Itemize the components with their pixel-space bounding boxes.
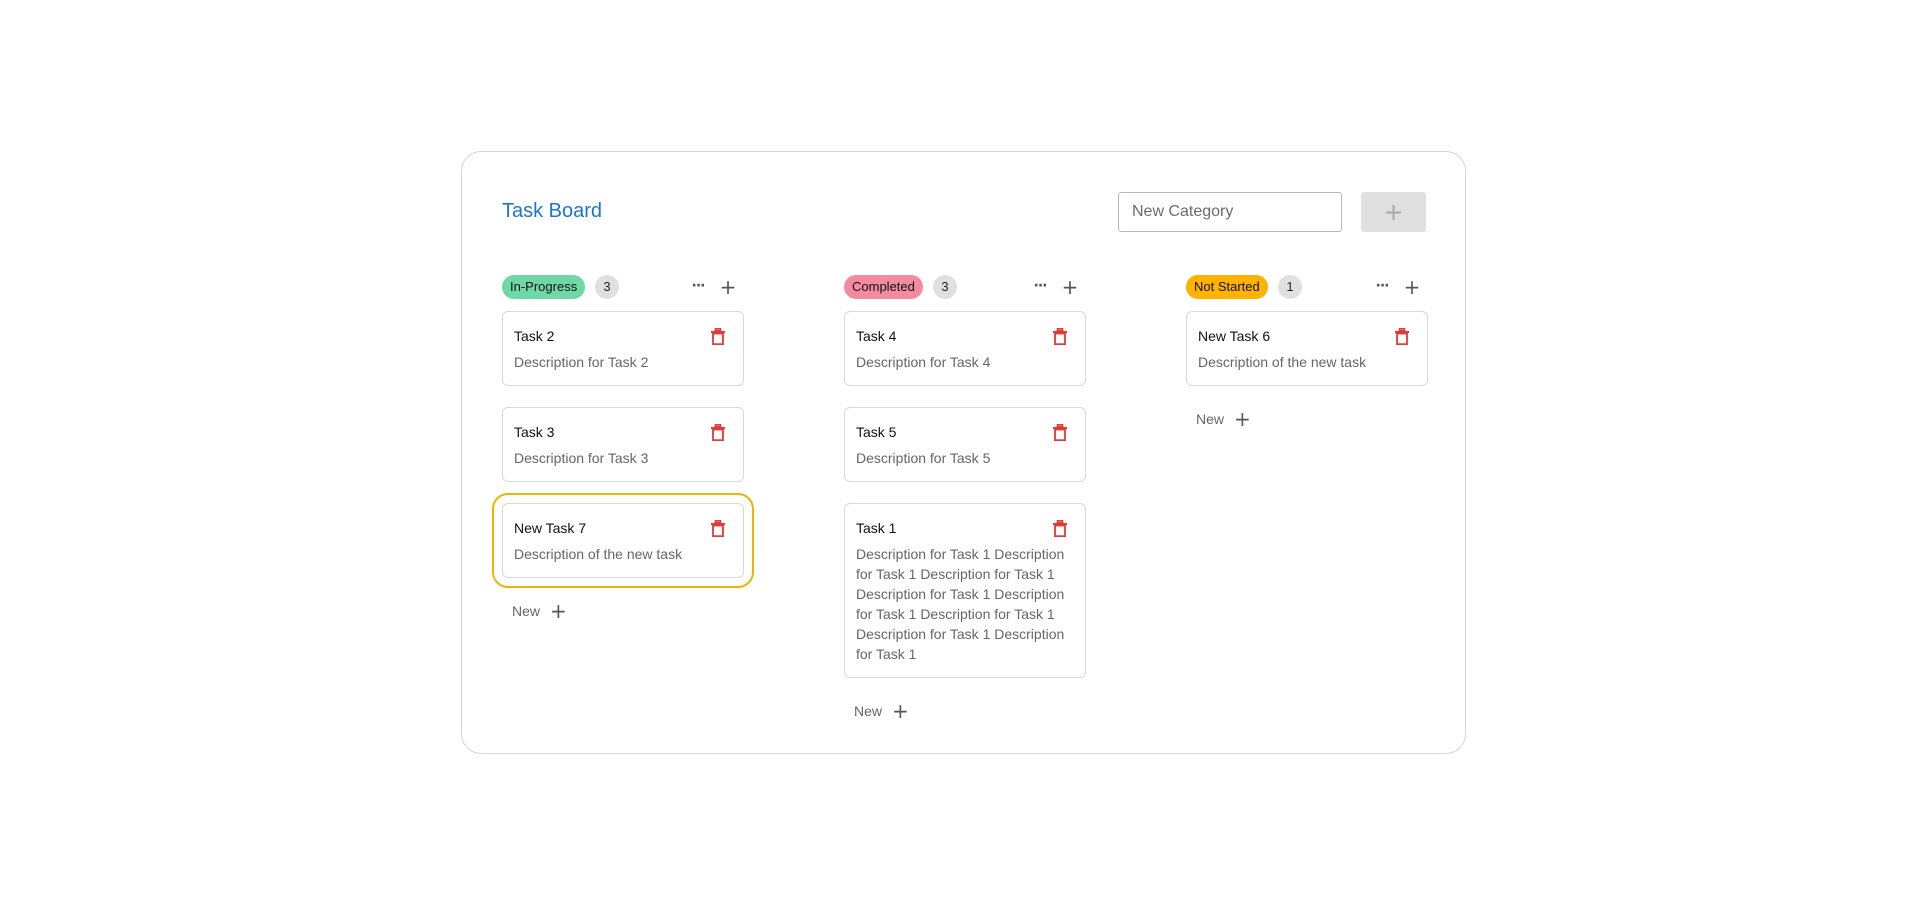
trash-icon[interactable] xyxy=(1053,520,1067,537)
task-description: Description for Task 5 xyxy=(856,450,991,466)
add-category-button[interactable]: + xyxy=(1361,192,1426,232)
task-card[interactable]: Task 2 Description for Task 2 xyxy=(502,311,744,386)
column-header: Completed 3 ··· + xyxy=(844,275,1086,299)
trash-icon[interactable] xyxy=(711,328,725,345)
task-title: Task 5 xyxy=(856,424,897,440)
task-count-badge: 1 xyxy=(1278,275,1302,299)
more-horizontal-icon[interactable]: ··· xyxy=(1030,275,1050,299)
task-count-badge: 3 xyxy=(595,275,619,299)
new-task-button[interactable]: New + xyxy=(1186,407,1428,431)
plus-icon: + xyxy=(550,599,567,623)
trash-icon[interactable] xyxy=(1053,424,1067,441)
add-task-icon[interactable]: + xyxy=(718,275,738,299)
add-task-icon[interactable]: + xyxy=(1402,275,1422,299)
task-title: Task 2 xyxy=(514,328,555,344)
trash-icon[interactable] xyxy=(711,520,725,537)
trash-icon[interactable] xyxy=(1395,328,1409,345)
plus-icon: + xyxy=(892,699,909,723)
task-card[interactable]: Task 1 Description for Task 1 Descriptio… xyxy=(844,503,1086,678)
column-header: Not Started 1 ··· + xyxy=(1186,275,1428,299)
trash-icon[interactable] xyxy=(711,424,725,441)
task-count-badge: 3 xyxy=(933,275,957,299)
plus-icon: + xyxy=(1234,407,1251,431)
task-card-selected[interactable]: New Task 7 Description of the new task xyxy=(492,493,754,588)
task-title: Task 1 xyxy=(856,520,897,536)
new-task-button[interactable]: New + xyxy=(502,599,744,623)
task-board: Task Board + In-Progress 3 ··· + Task 2 … xyxy=(461,151,1466,754)
new-task-label: New xyxy=(854,703,883,719)
task-title: Task 4 xyxy=(856,328,897,344)
task-description: Description of the new task xyxy=(1198,354,1367,370)
task-card[interactable]: Task 5 Description for Task 5 xyxy=(844,407,1086,482)
task-card[interactable]: New Task 6 Description of the new task xyxy=(1186,311,1428,386)
card-list: Task 4 Description for Task 4 Task 5 Des… xyxy=(844,311,1086,723)
task-title: New Task 6 xyxy=(1198,328,1271,344)
column-not-started: Not Started 1 ··· + New Task 6 Descripti… xyxy=(1186,275,1428,431)
new-task-label: New xyxy=(512,603,541,619)
card-list: Task 2 Description for Task 2 Task 3 Des… xyxy=(492,311,754,623)
more-horizontal-icon[interactable]: ··· xyxy=(688,275,708,299)
new-category-input[interactable] xyxy=(1118,192,1342,232)
task-title: New Task 7 xyxy=(514,520,587,536)
task-card[interactable]: Task 3 Description for Task 3 xyxy=(502,407,744,482)
task-card[interactable]: Task 4 Description for Task 4 xyxy=(844,311,1086,386)
more-horizontal-icon[interactable]: ··· xyxy=(1372,275,1392,299)
task-description: Description for Task 1 Description for T… xyxy=(856,546,1065,662)
task-description: Description for Task 2 xyxy=(514,354,649,370)
status-tag: Completed xyxy=(844,275,923,299)
column-completed: Completed 3 ··· + Task 4 Description for… xyxy=(844,275,1086,723)
task-description: Description for Task 3 xyxy=(514,450,649,466)
add-task-icon[interactable]: + xyxy=(1060,275,1080,299)
task-description: Description for Task 4 xyxy=(856,354,991,370)
task-title: Task 3 xyxy=(514,424,555,440)
column-header: In-Progress 3 ··· + xyxy=(502,275,744,299)
card-list: New Task 6 Description of the new task N… xyxy=(1186,311,1428,431)
page-title: Task Board xyxy=(502,200,603,222)
status-tag: Not Started xyxy=(1186,275,1268,299)
status-tag: In-Progress xyxy=(502,275,586,299)
new-task-label: New xyxy=(1196,411,1225,427)
new-task-button[interactable]: New + xyxy=(844,699,1086,723)
column-in-progress: In-Progress 3 ··· + Task 2 Description f… xyxy=(492,275,754,623)
task-description: Description of the new task xyxy=(514,546,683,562)
trash-icon[interactable] xyxy=(1053,328,1067,345)
